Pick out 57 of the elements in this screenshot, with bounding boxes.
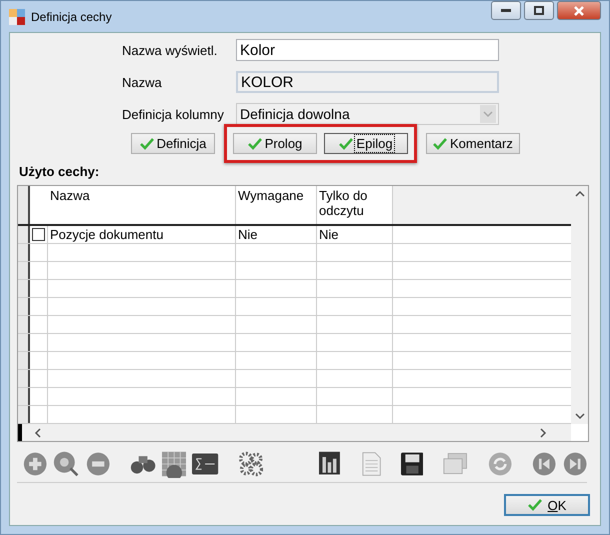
horizontal-scrollbar[interactable] <box>18 424 571 441</box>
row-header-cell <box>18 186 30 224</box>
maximize-button[interactable] <box>524 1 554 20</box>
minimize-button[interactable] <box>491 1 521 20</box>
window-title: Definicja cechy <box>31 10 112 24</box>
chevron-left-icon[interactable] <box>34 428 42 438</box>
row-header-cell <box>18 388 30 405</box>
close-button[interactable] <box>557 1 601 20</box>
check-icon <box>528 499 542 511</box>
row-checkbox[interactable] <box>32 228 45 241</box>
maximize-icon <box>534 6 544 15</box>
row-header-cell <box>18 280 30 297</box>
tab-button[interactable]: Komentarz <box>426 133 520 154</box>
text-field[interactable]: Kolor <box>236 39 499 61</box>
save-icon[interactable] <box>400 450 424 476</box>
field-label: Definicja kolumny <box>122 106 225 122</box>
remove-icon[interactable] <box>86 450 110 478</box>
check-icon <box>339 138 354 150</box>
app-icon <box>9 8 25 24</box>
tab-button[interactable]: Prolog <box>233 133 317 154</box>
table-cell: Nie <box>319 227 339 242</box>
chevron-right-icon[interactable] <box>539 428 547 438</box>
row-header-cell <box>18 316 30 333</box>
chevron-down-icon <box>480 105 496 123</box>
check-icon <box>433 138 447 150</box>
tab-button[interactable]: Definicja <box>131 133 215 154</box>
chevron-down-icon[interactable] <box>574 412 584 420</box>
minimize-icon <box>501 8 511 12</box>
row-header-cell <box>18 370 30 387</box>
table-cell: Pozycje dokumentu <box>50 227 164 242</box>
close-icon <box>573 6 585 16</box>
first-record-icon[interactable] <box>532 450 557 478</box>
last-record-icon[interactable] <box>562 450 588 478</box>
row-header-cell <box>18 244 30 261</box>
row-header-cell[interactable] <box>18 226 30 243</box>
row-header-cell <box>18 334 30 351</box>
check-icon <box>248 138 262 150</box>
add-icon[interactable] <box>23 450 48 478</box>
section-title: Użyto cechy: <box>19 164 100 179</box>
gears-icon[interactable] <box>238 450 263 478</box>
row-header-cell <box>18 352 30 369</box>
tab-button[interactable]: Epilog <box>324 133 408 154</box>
table-cell: Nie <box>238 227 258 242</box>
chevron-up-icon[interactable] <box>574 190 584 198</box>
ok-button[interactable]: OK <box>504 494 590 516</box>
column-header[interactable]: Wymagane <box>236 186 317 224</box>
row-header-cell <box>18 406 30 423</box>
row-header-cell <box>18 298 30 315</box>
field-label: Nazwa wyświetl. <box>122 42 218 58</box>
column-header[interactable]: Nazwa <box>48 186 236 224</box>
field-label: Nazwa <box>122 74 163 90</box>
check-icon <box>140 138 154 150</box>
formula-icon[interactable] <box>192 452 219 476</box>
chart-icon[interactable] <box>318 450 342 478</box>
vertical-scrollbar[interactable] <box>571 186 588 424</box>
row-header-cell <box>18 262 30 279</box>
grid-icon[interactable] <box>162 450 186 478</box>
